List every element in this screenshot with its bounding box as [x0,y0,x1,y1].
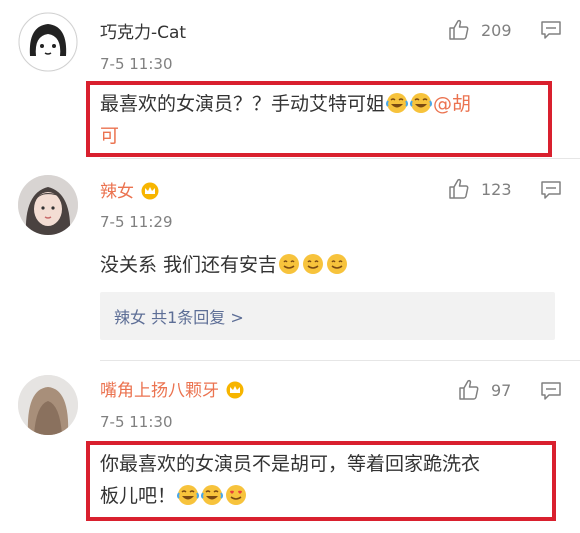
like-count: 209 [481,20,512,40]
comment-bubble-icon[interactable] [540,180,562,200]
crown-badge-icon [226,381,244,399]
smile-emoji [279,254,300,274]
avatar-drawing [18,375,78,435]
comment-bubble-icon[interactable] [540,381,562,401]
like-button[interactable]: 97 [457,378,511,402]
username[interactable]: 巧克力-Cat [100,22,186,44]
comment-text-body: 没关系 我们还有安吉 [100,254,278,276]
username-text: 嘴角上扬八颗牙 [100,381,219,401]
thumbs-up-icon [459,379,479,400]
username[interactable]: 辣女 [100,181,160,203]
smile-emoji [303,254,324,274]
avatar-drawing [18,12,78,72]
avatar[interactable] [18,12,78,72]
reply-summary-box[interactable]: 辣女 共1条回复 > [100,292,555,340]
timestamp: 7-5 11:29 [100,213,173,231]
timestamp: 7-5 11:30 [100,55,173,73]
highlight-box [86,441,556,521]
avatar-drawing [18,175,78,235]
highlight-box [86,81,552,157]
avatar[interactable] [18,175,78,235]
username[interactable]: 嘴角上扬八颗牙 [100,380,245,402]
avatar[interactable] [18,375,78,435]
comment-bubble-icon[interactable] [540,20,562,40]
like-count: 123 [481,179,512,199]
divider [100,360,580,361]
crown-badge-icon [141,182,159,200]
smile-emoji [327,254,348,274]
username-text: 辣女 [100,182,134,202]
like-button[interactable]: 209 [447,18,512,42]
like-button[interactable]: 123 [447,177,512,201]
reply-summary-link[interactable]: 辣女 共1条回复 > [114,304,244,328]
thumbs-up-icon [449,178,469,199]
thumbs-up-icon [449,19,469,40]
comment-text: 没关系 我们还有安吉 [100,249,349,281]
divider [100,158,580,159]
like-count: 97 [491,380,512,400]
timestamp: 7-5 11:30 [100,413,173,431]
